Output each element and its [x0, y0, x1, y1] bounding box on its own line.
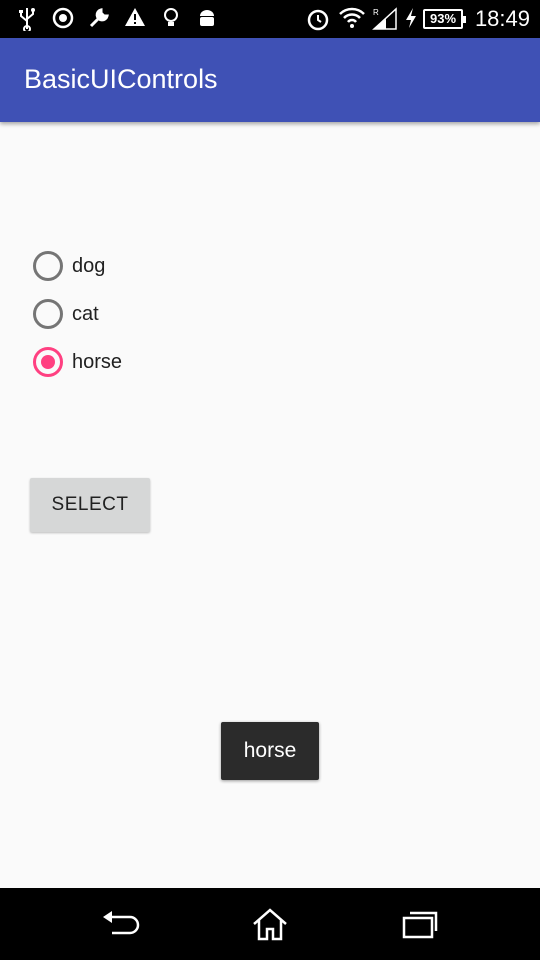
usb-icon	[18, 7, 36, 31]
radio-button-cat[interactable]	[33, 299, 63, 329]
radio-button-dog[interactable]	[33, 251, 63, 281]
radio-dog[interactable]: dog	[30, 242, 330, 290]
clock-time: 18:49	[474, 6, 530, 31]
recents-icon[interactable]	[400, 906, 440, 942]
status-bar: R 93% 18:49	[0, 0, 540, 38]
wrench-icon	[88, 7, 110, 29]
alarm-icon	[306, 7, 330, 31]
radio-horse[interactable]: horse	[30, 338, 330, 386]
android-icon	[197, 7, 217, 29]
radio-group: dog cat horse	[30, 242, 330, 386]
app-title: BasicUIControls	[24, 64, 218, 94]
radio-cat[interactable]: cat	[30, 290, 330, 338]
home-icon[interactable]	[250, 906, 290, 942]
back-icon[interactable]	[100, 906, 140, 942]
radio-label-horse: horse	[72, 350, 123, 373]
radio-label-cat: cat	[72, 302, 99, 325]
wifi-icon	[339, 7, 365, 29]
charging-icon	[404, 7, 418, 29]
warning-icon	[124, 7, 146, 27]
bulb-icon	[162, 7, 180, 29]
sync-icon	[52, 7, 74, 29]
radio-label-dog: dog	[72, 254, 106, 277]
signal-icon: R	[372, 7, 398, 31]
svg-text:R: R	[373, 8, 379, 17]
navigation-bar	[0, 888, 540, 960]
select-button[interactable]: SELECT	[30, 478, 150, 532]
toast-message: horse	[221, 722, 319, 780]
radio-button-horse[interactable]	[33, 347, 63, 377]
app-bar: BasicUIControls	[0, 38, 540, 122]
battery-icon: 93%	[423, 9, 466, 29]
